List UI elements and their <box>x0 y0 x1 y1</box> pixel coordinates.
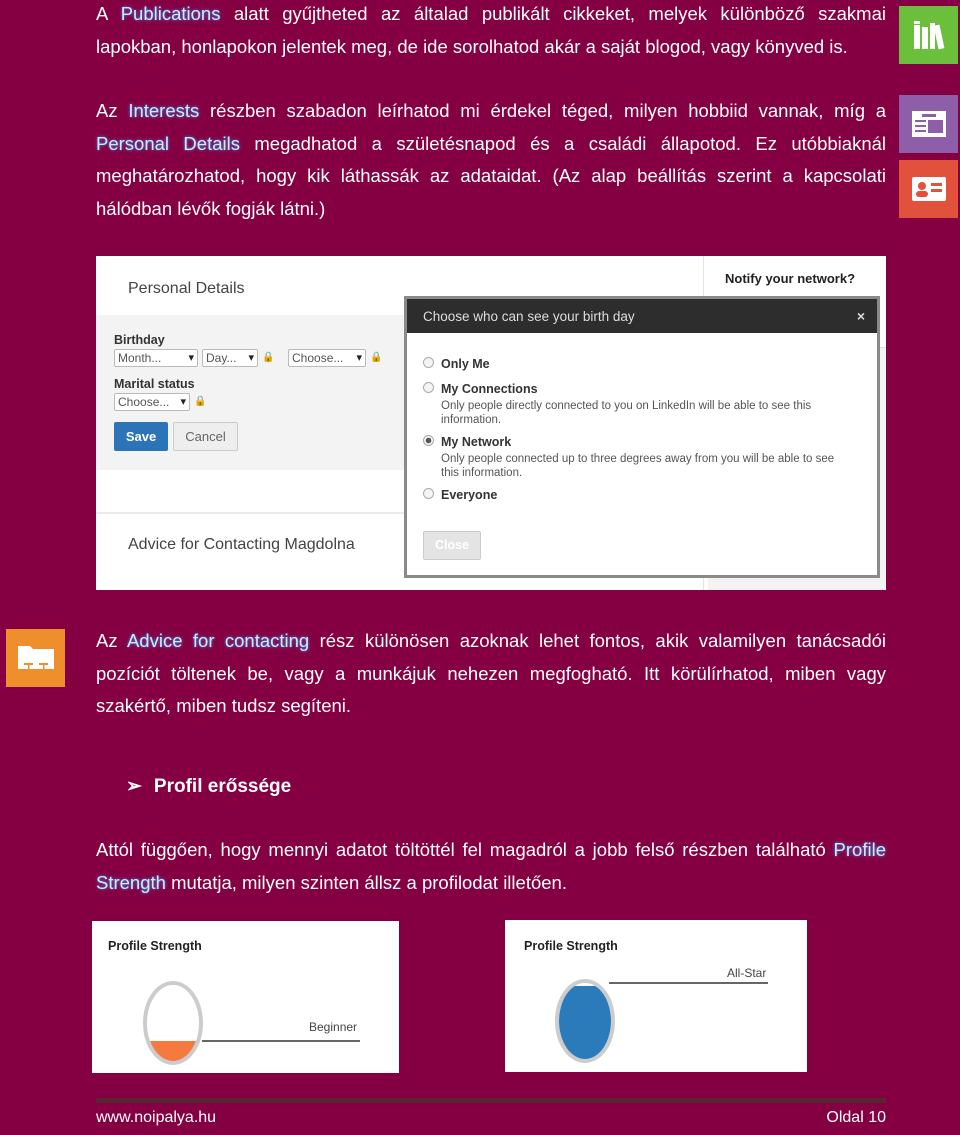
advice-title: Advice for Contacting Magdolna <box>128 536 355 553</box>
arrow-bullet-icon: ➢ <box>126 776 142 797</box>
footer-divider <box>96 1098 886 1103</box>
publications-paragraph: A Publications alatt gyűjtheted az által… <box>96 0 886 63</box>
year-visibility-select[interactable]: Choose... <box>288 349 366 367</box>
text: mutatja, milyen szinten állsz a profilod… <box>165 871 567 893</box>
option-label: My Connections <box>441 382 538 396</box>
visibility-dialog: Choose who can see your birth day × Only… <box>404 296 880 578</box>
lock-icon: 🔒 <box>194 396 207 407</box>
personal-details-title: Personal Details <box>128 280 245 297</box>
interests-term: Interests <box>128 100 200 121</box>
books-icon <box>899 6 958 64</box>
interests-paragraph: Az Interests részben szabadon leírhatod … <box>96 95 886 225</box>
radio-my-network[interactable] <box>423 435 434 446</box>
text: részben szabadon leírhatod mi érdekel té… <box>199 100 887 121</box>
article-icon <box>899 95 958 153</box>
day-select[interactable]: Day... <box>202 349 258 367</box>
profile-strength-allstar: Profile Strength All-Star <box>505 920 807 1072</box>
dialog-title: Choose who can see your birth day <box>423 309 635 324</box>
option-label: Only Me <box>441 357 490 371</box>
advice-paragraph: Az Advice for contacting rész különösen … <box>96 625 886 723</box>
lock-icon: 🔒 <box>262 352 275 363</box>
id-card-icon <box>899 160 958 218</box>
marital-status-label: Marital status <box>114 377 195 391</box>
profile-strength-beginner: Profile Strength Beginner <box>92 921 399 1073</box>
advice-term: Advice for contacting <box>126 630 310 651</box>
notify-network-title: Notify your network? <box>725 271 856 286</box>
strength-level: Beginner <box>309 1020 358 1034</box>
option-label: Everyone <box>441 488 498 502</box>
radio-everyone[interactable] <box>423 488 434 499</box>
radio-only-me[interactable] <box>423 357 434 368</box>
option-description: Only people connected up to three degree… <box>441 453 835 479</box>
birthday-label: Birthday <box>114 333 165 347</box>
section-heading: ➢ Profil erőssége <box>126 775 291 798</box>
text: Az <box>96 630 127 651</box>
personal-details-term: Personal Details <box>96 132 240 154</box>
marital-status-select[interactable]: Choose... <box>114 393 190 411</box>
lock-icon: 🔒 <box>370 352 383 363</box>
close-button[interactable]: Close <box>423 531 481 560</box>
month-select[interactable]: Month... <box>114 349 198 367</box>
option-label: My Network <box>441 435 512 449</box>
profile-strength-paragraph: Attól függően, hogy mennyi adatot töltöt… <box>96 834 886 899</box>
cancel-button[interactable]: Cancel <box>173 422 238 451</box>
footer-page-number: Oldal 10 <box>826 1109 886 1126</box>
text: Attól függően, hogy mennyi adatot töltöt… <box>96 839 834 860</box>
folder-icon <box>6 629 65 687</box>
publications-term: Publications <box>120 3 221 24</box>
personal-details-screenshot: Personal Details Birthday Month... Day..… <box>96 256 886 590</box>
text: A <box>96 3 121 24</box>
radio-my-connections[interactable] <box>423 382 434 393</box>
strength-level: All-Star <box>727 966 767 980</box>
heading-text: Profil erőssége <box>153 776 292 797</box>
text: Az <box>96 100 129 121</box>
dialog-close-icon[interactable]: × <box>857 308 865 324</box>
option-description: Only people directly connected to you on… <box>441 400 812 426</box>
save-button[interactable]: Save <box>114 422 168 451</box>
footer-site: www.noipalya.hu <box>96 1109 217 1126</box>
